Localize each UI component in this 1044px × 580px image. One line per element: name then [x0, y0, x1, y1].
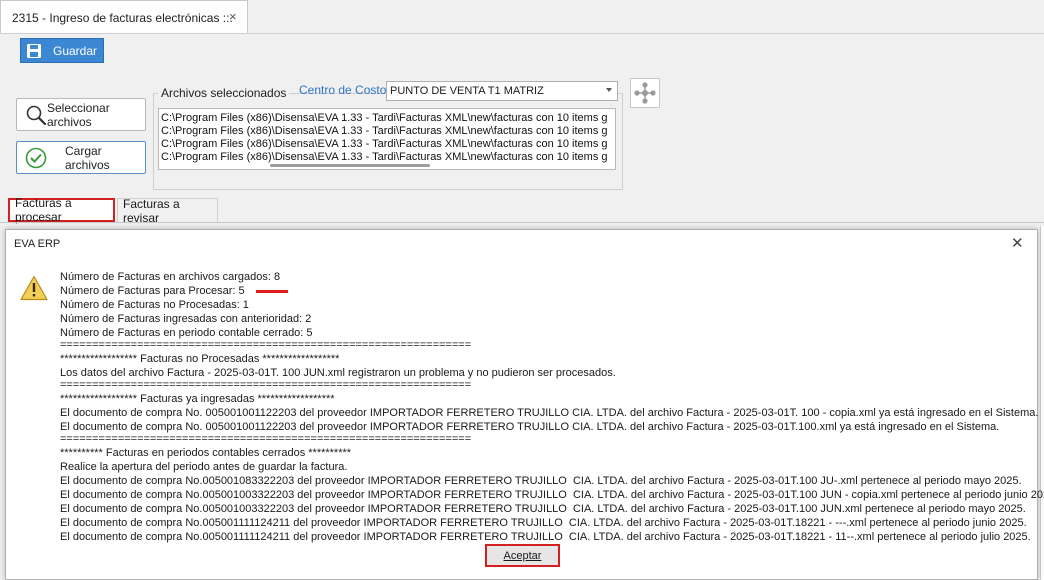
message-dialog: EVA ERP ✕ Número de Facturas en archivos… — [5, 229, 1044, 580]
select-files-button[interactable]: Seleccionar archivos — [16, 98, 146, 131]
message-line: Número de Facturas ingresadas con anteri… — [60, 313, 312, 325]
cost-center-select[interactable]: PUNTO DE VENTA T1 MATRIZ — [386, 81, 618, 101]
cost-center-value: PUNTO DE VENTA T1 MATRIZ — [390, 85, 544, 97]
message-line: Número de Facturas para Procesar: 5 — [60, 285, 245, 297]
selected-files-list[interactable]: C:\Program Files (x86)\Disensa\EVA 1.33 … — [158, 108, 616, 170]
document-tab-close-icon[interactable]: × — [229, 9, 237, 24]
file-path-item[interactable]: C:\Program Files (x86)\Disensa\EVA 1.33 … — [161, 125, 608, 137]
selected-files-group-label: Archivos seleccionados — [158, 86, 290, 100]
file-path-item[interactable]: C:\Program Files (x86)\Disensa\EVA 1.33 … — [161, 112, 608, 124]
tab-facturas-a-procesar[interactable]: Facturas a procesar — [8, 196, 115, 224]
cost-center-label: Centro de Costo: — [299, 83, 390, 97]
network-nodes-icon — [634, 82, 656, 104]
chevron-down-icon[interactable] — [606, 88, 612, 92]
background-grid — [1040, 226, 1044, 580]
message-line: El documento de compra No. 0050010011222… — [60, 407, 1039, 419]
accept-button-label: Aceptar — [503, 549, 542, 562]
message-line: Realice la apertura del periodo antes de… — [60, 461, 348, 473]
file-path-item[interactable]: C:\Program Files (x86)\Disensa\EVA 1.33 … — [161, 138, 608, 150]
message-line: El documento de compra No.00500111112421… — [60, 531, 1031, 543]
tab-label: Facturas a revisar — [123, 196, 180, 225]
save-button-label: Guardar — [53, 43, 98, 58]
message-line: ****************** Facturas no Procesada… — [60, 353, 340, 365]
warning-icon — [20, 275, 48, 301]
message-line: ********** Facturas en periodos contable… — [60, 447, 352, 459]
message-line: Número de Facturas en archivos cargados:… — [60, 271, 281, 283]
message-line: El documento de compra No.00500100332220… — [60, 489, 1044, 501]
message-line: El documento de compra No.00500108332220… — [60, 475, 1022, 487]
dialog-title: EVA ERP — [14, 238, 61, 250]
check-circle-icon — [25, 147, 47, 168]
magnifier-icon — [26, 105, 47, 125]
floppy-disk-icon — [27, 43, 41, 58]
save-button[interactable]: Guardar — [20, 38, 104, 63]
highlight-underline — [256, 290, 288, 293]
message-line: El documento de compra No.00500111112421… — [60, 517, 1027, 529]
tab-divider — [0, 222, 1044, 223]
message-line: ****************** Facturas ya ingresada… — [60, 393, 335, 405]
files-list-horizontal-scrollbar[interactable] — [270, 164, 430, 167]
file-path-item[interactable]: C:\Program Files (x86)\Disensa\EVA 1.33 … — [161, 151, 608, 163]
message-line: Número de Facturas no Procesadas: 1 — [60, 299, 249, 311]
message-line: El documento de compra No.00500100332220… — [60, 503, 1026, 515]
document-tab-title: 2315 - Ingreso de facturas electrónicas … — [12, 11, 233, 25]
cost-center-options-button[interactable] — [630, 78, 660, 108]
tab-facturas-a-revisar[interactable]: Facturas a revisar — [117, 196, 218, 225]
close-icon[interactable]: ✕ — [1011, 236, 1024, 251]
message-line: ========================================… — [60, 433, 472, 445]
message-line: ========================================… — [60, 379, 472, 391]
load-files-label: Cargar archivos — [65, 143, 110, 172]
message-line: ========================================… — [60, 339, 472, 351]
load-files-button[interactable]: Cargar archivos — [16, 141, 146, 174]
accept-button[interactable]: Aceptar — [485, 544, 560, 567]
document-tab[interactable]: 2315 - Ingreso de facturas electrónicas … — [0, 0, 248, 33]
select-files-label: Seleccionar archivos — [47, 100, 110, 129]
tab-label: Facturas a procesar — [15, 196, 72, 224]
